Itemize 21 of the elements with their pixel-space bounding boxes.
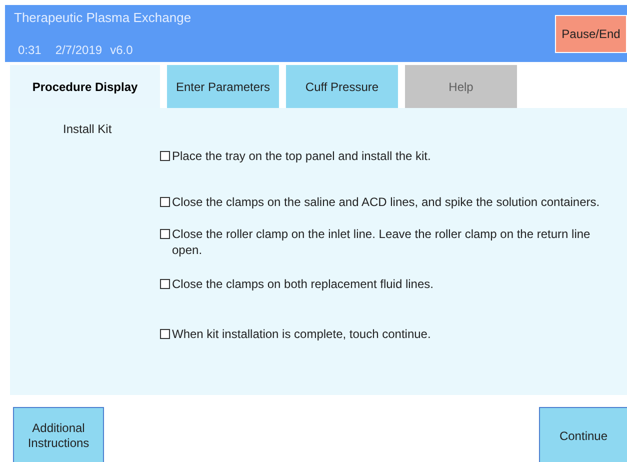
tab[interactable]: Enter Parameters (167, 65, 279, 108)
step-text: Close the roller clamp on the inlet line. Leave the roller clamp on the return line open. (172, 226, 592, 258)
checkbox[interactable] (160, 279, 170, 289)
step-text: When kit installation is complete, touch continue. (172, 326, 431, 342)
additional-instructions-button[interactable]: Additional Instructions (13, 407, 104, 462)
version-text: v6.0 (110, 42, 133, 58)
checkbox[interactable] (160, 329, 170, 339)
date-text: 2/7/2019 (55, 42, 102, 58)
checkbox[interactable] (160, 197, 170, 207)
checkbox[interactable] (160, 229, 170, 239)
step-text: Close the clamps on both replacement fluid lines. (172, 276, 434, 292)
continue-button[interactable]: Continue (539, 407, 627, 462)
tab[interactable]: Cuff Pressure (286, 65, 398, 108)
section-title: Install Kit (63, 121, 113, 138)
pause-end-button[interactable]: Pause/End (555, 15, 627, 53)
step-text: Place the tray on the top panel and install the kit. (172, 148, 431, 164)
checkbox[interactable] (160, 151, 170, 161)
step-text: Close the clamps on the saline and ACD lines, and spike the solution containers. (172, 194, 600, 210)
tab[interactable]: Procedure Display (10, 65, 160, 108)
app-title: Therapeutic Plasma Exchange (14, 9, 192, 27)
elapsed-time: 0:31 (18, 42, 42, 58)
